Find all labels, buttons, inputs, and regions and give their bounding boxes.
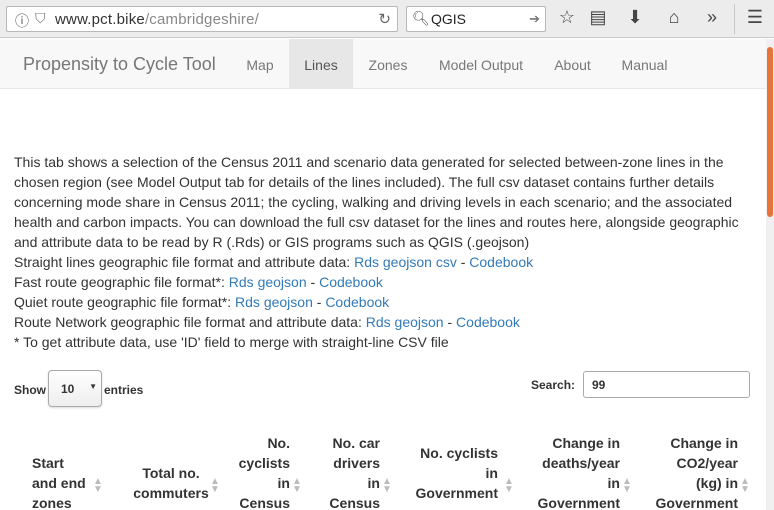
lines-description: This tab shows a selection of the Census… (14, 152, 754, 352)
nav-item-lines[interactable]: Lines (289, 39, 353, 89)
toolbar-separator (734, 4, 735, 34)
codebook-link[interactable]: Codebook (469, 254, 533, 270)
overflow-icon[interactable]: » (700, 7, 724, 28)
reload-icon[interactable]: ↻ (378, 10, 391, 28)
csv-link[interactable]: csv (436, 254, 457, 270)
geojson-link[interactable]: geojson (395, 314, 444, 330)
header-label: Start and end zones (32, 455, 86, 510)
download-line-label: Straight lines geographic file format an… (14, 254, 355, 270)
sort-icon: ▲ ▼ (504, 476, 514, 495)
scrollbar-thumb[interactable] (767, 47, 773, 217)
rds-link[interactable]: Rds (235, 294, 260, 310)
geojson-link[interactable]: geojson (264, 294, 313, 310)
fast-route-downloads: Fast route geographic file format*: Rds … (14, 272, 754, 292)
geojson-link[interactable]: geojson (383, 254, 432, 270)
entries-select[interactable]: 10 ▼ (48, 370, 102, 407)
sort-icon: ▲ ▼ (382, 476, 392, 495)
column-header-total-commuters[interactable]: Total no. commuters ▲ ▼ (124, 463, 220, 503)
menu-icon[interactable]: ☰ (743, 7, 767, 28)
shield-icon[interactable]: ⛉ (35, 10, 46, 27)
sort-icon: ▲ ▼ (93, 476, 103, 495)
sort-icon: ▲ ▼ (622, 476, 632, 495)
rds-link[interactable]: Rds (366, 314, 391, 330)
rds-link[interactable]: Rds (354, 254, 379, 270)
sort-icon: ▲ ▼ (740, 476, 750, 495)
footnote: * To get attribute data, use 'ID' field … (14, 334, 449, 350)
reader-icon[interactable]: ▤ (586, 7, 610, 28)
browser-search-input[interactable] (431, 10, 527, 28)
nav-item-model-output[interactable]: Model Output (423, 39, 539, 89)
nav-item-zones[interactable]: Zones (353, 39, 423, 89)
separator: - (456, 254, 470, 270)
sort-icon: ▲ ▼ (210, 476, 220, 495)
brand-title[interactable]: Propensity to Cycle Tool (23, 54, 216, 75)
url-text[interactable]: www.pct.bike/cambridgeshire/ (55, 11, 259, 28)
entries-label: entries (104, 383, 144, 397)
header-label: Change in CO2/year (kg) in Government (655, 435, 738, 510)
home-icon[interactable]: ⌂ (662, 7, 686, 28)
download-line-label: Route Network geographic file format and… (14, 314, 366, 330)
column-header-car-drivers-census[interactable]: No. car drivers in Census ▲ ▼ (318, 433, 391, 510)
download-line-label: Quiet route geographic file format*: (14, 294, 236, 310)
download-icon[interactable]: ⬇ (623, 7, 647, 28)
page-scrollbar[interactable] (766, 39, 774, 510)
separator: - (306, 274, 320, 290)
separator: - (443, 314, 457, 330)
star-icon[interactable]: ☆ (555, 7, 579, 28)
column-header-zones[interactable]: Start and end zones ▲ ▼ (32, 453, 103, 510)
show-label: Show (14, 383, 46, 397)
geojson-link[interactable]: geojson (258, 274, 307, 290)
codebook-link[interactable]: Codebook (456, 314, 520, 330)
column-header-deaths-change[interactable]: Change in deaths/year in Government ▲ ▼ (530, 433, 632, 510)
entries-value: 10 (61, 382, 75, 396)
straight-lines-downloads: Straight lines geographic file format an… (14, 252, 754, 272)
browser-toolbar: ⓘ ⛉ www.pct.bike/cambridgeshire/ ↻ 🔍︎ ➔ … (0, 0, 774, 38)
header-label: No. car drivers in Census (329, 435, 380, 510)
nav-item-map[interactable]: Map (231, 39, 289, 89)
info-icon[interactable]: ⓘ (15, 11, 29, 31)
header-label: Total no. commuters (133, 465, 209, 501)
nav-item-manual[interactable]: Manual (606, 39, 683, 89)
nav-item-about[interactable]: About (539, 39, 606, 89)
column-header-cyclists-government[interactable]: No. cyclists in Government ▲ ▼ (408, 443, 514, 503)
arrow-right-icon[interactable]: ➔ (529, 11, 540, 27)
header-label: Change in deaths/year in Government (537, 435, 620, 510)
rds-link[interactable]: Rds (229, 274, 254, 290)
url-host: www.pct.bike (55, 11, 145, 28)
url-bar[interactable]: ⓘ ⛉ www.pct.bike/cambridgeshire/ ↻ (6, 6, 398, 32)
download-line-label: Fast route geographic file format*: (14, 274, 229, 290)
quiet-route-downloads: Quiet route geographic file format*: Rds… (14, 292, 754, 312)
sort-icon: ▲ ▼ (292, 476, 302, 495)
url-path: /cambridgeshire/ (144, 11, 260, 28)
search-icon: 🔍︎ (412, 10, 430, 26)
route-network-downloads: Route Network geographic file format and… (14, 312, 754, 332)
header-label: No. cyclists in Government (415, 445, 498, 501)
separator: - (312, 294, 326, 310)
browser-search-bar[interactable]: 🔍︎ ➔ (406, 6, 546, 32)
column-header-cyclists-census[interactable]: No. cyclists in Census ▲ ▼ (226, 433, 302, 510)
table-search-label: Search: (531, 378, 576, 392)
intro-text: This tab shows a selection of the Census… (14, 154, 739, 250)
codebook-link[interactable]: Codebook (319, 274, 383, 290)
chevron-down-icon: ▼ (89, 382, 97, 391)
column-header-co2-change[interactable]: Change in CO2/year (kg) in Government ▲ ▼ (648, 433, 750, 510)
site-navbar: Propensity to Cycle Tool Map Lines Zones… (0, 39, 766, 89)
table-search-input[interactable] (583, 371, 750, 398)
header-label: No. cyclists in Census (238, 435, 290, 510)
codebook-link[interactable]: Codebook (325, 294, 389, 310)
